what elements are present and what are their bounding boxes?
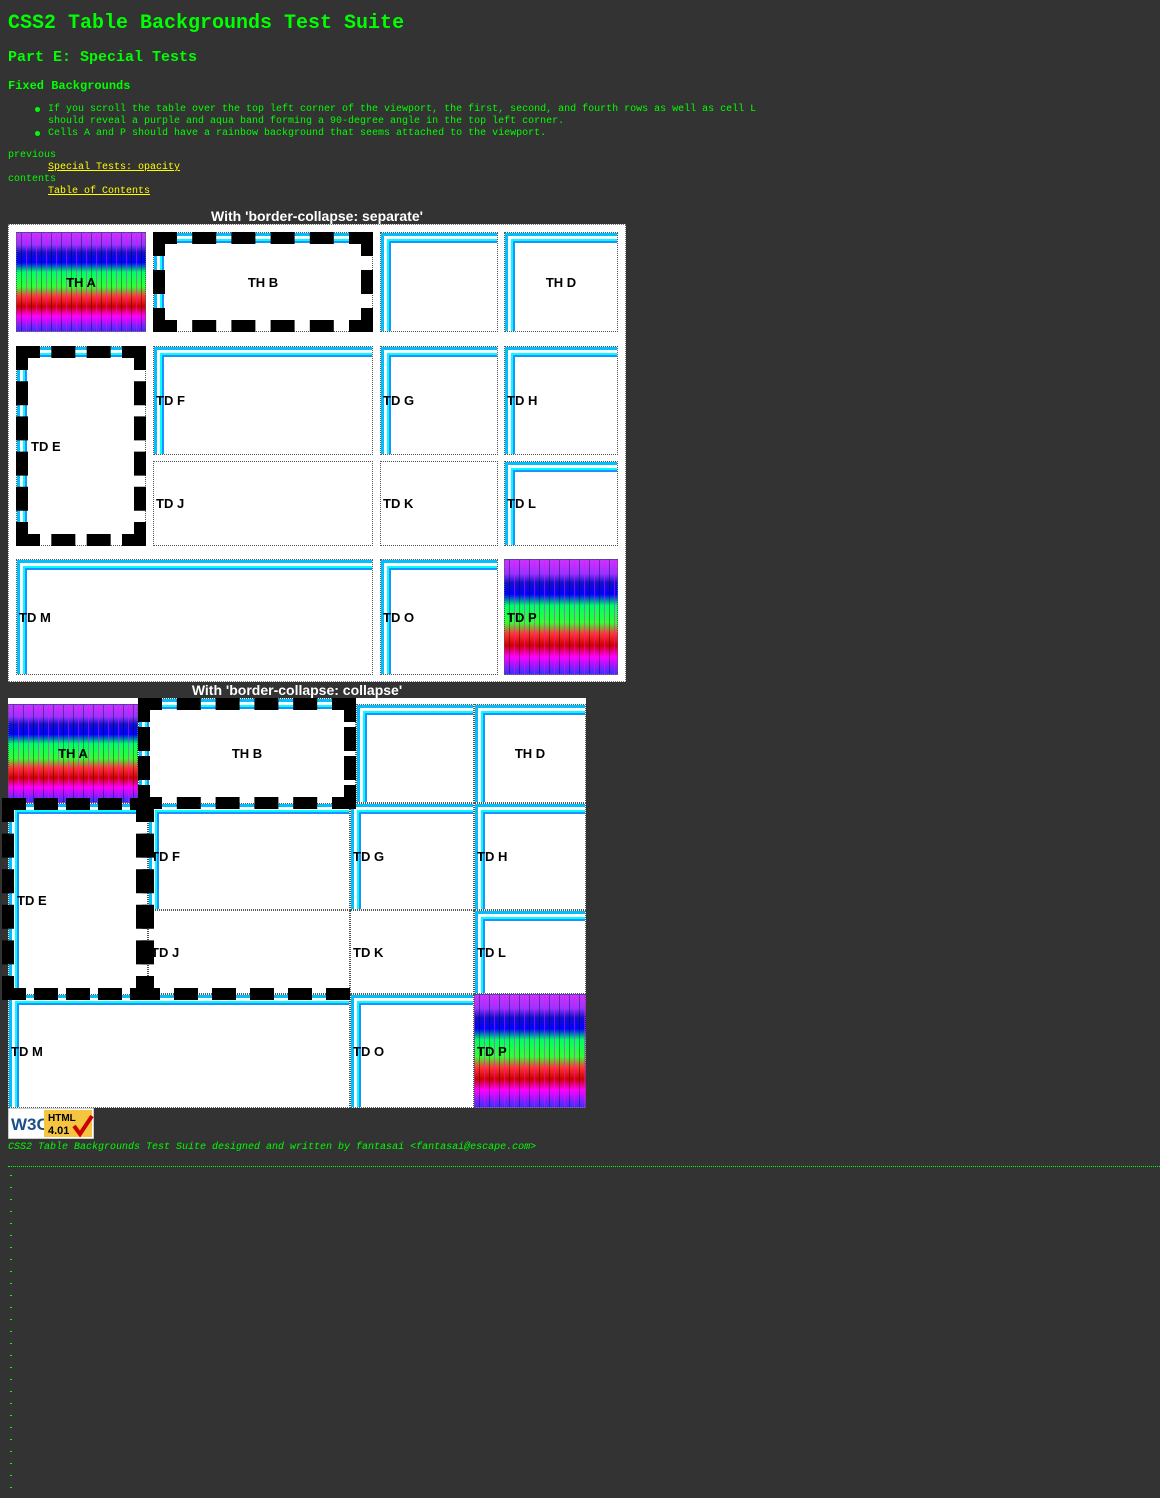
dotted-divider — [8, 1166, 1160, 1167]
collapse-table: TH A TH B TH D TD E TD F TD G TD H TD J … — [2, 698, 586, 1108]
cell-b: TH B — [138, 698, 356, 809]
page-title: CSS2 Table Backgrounds Test Suite — [8, 12, 405, 35]
cell-p: TD P — [474, 994, 586, 1108]
instruction-line-3: Cells A and P should have a rainbow back… — [48, 128, 547, 139]
html-label: HTML — [48, 1113, 76, 1124]
version-label: 4.01 — [48, 1125, 69, 1137]
cell-b: TH B — [153, 232, 373, 332]
cell-a: TH A — [8, 704, 138, 803]
cell-m: TD M — [8, 994, 350, 1108]
cell-g: TD G — [380, 346, 498, 455]
instruction-line-2: should reveal a purple and aqua band for… — [48, 116, 565, 127]
w3c-html401-badge[interactable]: W3C HTML 4.01 — [7, 1107, 95, 1140]
contents-link[interactable]: Table of Contents — [48, 186, 180, 198]
cell-e: TD E — [16, 346, 146, 546]
cell-a: TH A — [16, 232, 146, 332]
cell-k: TD K — [380, 461, 498, 546]
collapse-table-caption: With 'border-collapse: collapse' — [191, 682, 403, 698]
cell-l: TD L — [474, 910, 586, 994]
separate-table-caption: With 'border-collapse: separate' — [211, 208, 423, 224]
separate-table: TH A TH B TH D TD E TD F TD G TD H TD J … — [8, 224, 626, 682]
footer-credit: CSS2 Table Backgrounds Test Suite design… — [8, 1142, 537, 1153]
cell-k: TD K — [350, 910, 474, 994]
w3c-label: W3C — [11, 1115, 49, 1134]
cell-h: TD H — [504, 346, 618, 455]
cell-f: TD F — [153, 346, 373, 455]
section-heading: Fixed Backgrounds — [8, 79, 131, 93]
cell-o: TD O — [380, 559, 498, 675]
part-heading: Part E: Special Tests — [8, 49, 198, 66]
navigation: previous Special Tests: opacity contents… — [8, 150, 180, 198]
cell-g: TD G — [350, 803, 474, 910]
cell-j: TD J — [153, 461, 373, 546]
cell-j: TD J — [148, 910, 350, 994]
cell-h: TD H — [474, 803, 586, 910]
cell-c — [356, 704, 474, 803]
cell-e: TD E — [8, 803, 148, 998]
previous-link[interactable]: Special Tests: opacity — [48, 162, 180, 174]
instruction-line-1: If you scroll the table over the top lef… — [48, 104, 757, 115]
instructions-list: If you scroll the table over the top lef… — [34, 104, 757, 140]
cell-c — [380, 232, 498, 332]
cell-o: TD O — [350, 994, 474, 1108]
cell-d: TH D — [474, 704, 586, 803]
contents-label: contents — [8, 174, 57, 185]
instruction-item: If you scroll the table over the top lef… — [34, 104, 757, 128]
cell-l: TD L — [504, 461, 618, 546]
cell-f: TD F — [148, 803, 350, 910]
cell-m: TD M — [16, 559, 373, 675]
instruction-item: Cells A and P should have a rainbow back… — [34, 128, 756, 140]
dotted-column — [10, 1175, 12, 1493]
cell-d: TH D — [504, 232, 618, 332]
previous-label: previous — [8, 150, 57, 161]
cell-p: TD P — [504, 559, 618, 675]
